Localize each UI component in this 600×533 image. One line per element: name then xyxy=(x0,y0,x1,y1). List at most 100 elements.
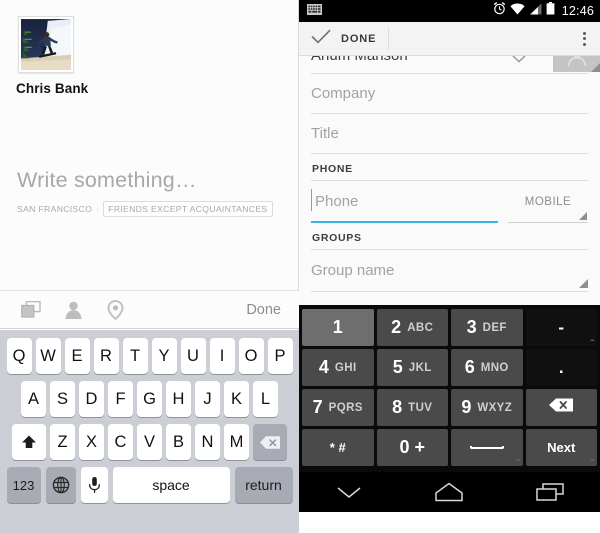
key-h[interactable]: H xyxy=(166,381,191,417)
key-u[interactable]: U xyxy=(180,338,206,374)
keypad-space-key[interactable]: ••• xyxy=(451,429,523,466)
keypad-key-0[interactable]: 0 + xyxy=(376,429,448,466)
avatar[interactable] xyxy=(18,16,74,73)
keypad-next-key[interactable]: Next ••• xyxy=(525,429,597,466)
key-m[interactable]: M xyxy=(224,424,249,460)
key-b[interactable]: B xyxy=(166,424,191,460)
key-a[interactable]: A xyxy=(21,381,46,417)
key-z[interactable]: Z xyxy=(50,424,75,460)
phone-placeholder: Phone xyxy=(315,192,359,210)
keypad-key-period[interactable]: . xyxy=(525,349,597,386)
keypad-key-star-hash-label: * # xyxy=(329,440,346,455)
person-photo-icon xyxy=(567,56,586,67)
space-key[interactable]: space xyxy=(112,467,230,503)
photos-icon[interactable] xyxy=(20,299,42,321)
phone-type-value: MOBILE xyxy=(524,195,572,208)
keypad-key-2-number: 2 xyxy=(391,317,402,337)
location-pin-icon[interactable] xyxy=(104,299,126,321)
keypad-key-6[interactable]: 6 MNO xyxy=(451,349,523,386)
key-t[interactable]: T xyxy=(122,338,148,374)
hide-keyboard-chevron-icon[interactable] xyxy=(327,475,371,509)
globe-icon[interactable] xyxy=(45,467,76,503)
key-x[interactable]: X xyxy=(79,424,104,460)
company-placeholder: Company xyxy=(311,85,376,102)
keypad-key-7[interactable]: 7 PQRS xyxy=(302,389,374,426)
keypad-backspace-key[interactable] xyxy=(525,389,597,426)
key-i[interactable]: I xyxy=(209,338,235,374)
key-e[interactable]: E xyxy=(64,338,90,374)
location-label[interactable]: SAN FRANCISCO xyxy=(17,204,92,214)
keypad-key-9-number: 9 xyxy=(461,397,472,417)
shift-up-arrow-icon[interactable] xyxy=(12,424,46,460)
keypad-next-label: Next xyxy=(547,440,576,455)
group-spinner-triangle-icon xyxy=(579,279,588,288)
keypad-key-5[interactable]: 5 JKL xyxy=(376,349,448,386)
keypad-key-1[interactable]: 1 xyxy=(302,309,374,346)
phone-type-spinner[interactable]: MOBILE xyxy=(508,181,588,223)
microphone-icon[interactable] xyxy=(80,467,108,503)
key-r[interactable]: R xyxy=(93,338,119,374)
phone-section-header: PHONE xyxy=(311,154,588,181)
recent-apps-icon[interactable] xyxy=(528,475,572,509)
keypad-key-8[interactable]: 8 TUV xyxy=(376,389,448,426)
keypad-key-dash[interactable]: - ••• xyxy=(525,309,597,346)
compose-area[interactable]: Write something… SAN FRANCISCO · FRIENDS… xyxy=(17,167,286,217)
done-action[interactable]: DONE xyxy=(311,27,390,50)
keypad-key-4[interactable]: 4 GHI xyxy=(302,349,374,386)
key-hint-dots: ••• xyxy=(590,338,594,344)
keypad-key-star-hash[interactable]: * # xyxy=(302,429,374,466)
ios-panel: Chris Bank Write something… SAN FRANCISC… xyxy=(0,0,299,533)
key-l[interactable]: L xyxy=(253,381,278,417)
name-field[interactable]: Anum Manson xyxy=(311,56,600,74)
spacebar-icon xyxy=(469,446,504,449)
phone-row: Phone MOBILE xyxy=(311,181,588,223)
keyboard-indicator-icon xyxy=(307,2,322,20)
key-s[interactable]: S xyxy=(50,381,75,417)
key-d[interactable]: D xyxy=(79,381,104,417)
company-field[interactable]: Company xyxy=(311,74,588,114)
keypad-key-9-letters: WXYZ xyxy=(477,401,513,414)
key-f[interactable]: F xyxy=(108,381,133,417)
keypad-row-4: * # 0 + ••• Next ••• xyxy=(302,429,597,466)
status-time: 12:46 xyxy=(561,4,594,18)
key-w[interactable]: W xyxy=(35,338,61,374)
key-q[interactable]: Q xyxy=(6,338,32,374)
key-k[interactable]: K xyxy=(224,381,249,417)
overflow-menu-icon[interactable] xyxy=(579,28,590,50)
spinner-triangle-icon xyxy=(579,212,587,220)
text-caret xyxy=(311,189,312,211)
keypad-key-2[interactable]: 2 ABC xyxy=(376,309,448,346)
keyboard-row-3: Z X C V B N M xyxy=(0,424,299,460)
compose-placeholder[interactable]: Write something… xyxy=(17,167,286,193)
group-field[interactable]: Group name xyxy=(311,250,588,292)
person-tag-icon[interactable] xyxy=(62,299,84,321)
keypad-key-9[interactable]: 9 WXYZ xyxy=(451,389,523,426)
key-o[interactable]: O xyxy=(238,338,264,374)
keypad-key-3[interactable]: 3 DEF xyxy=(451,309,523,346)
home-icon[interactable] xyxy=(427,475,471,509)
audience-badge[interactable]: FRIENDS EXCEPT ACQUAINTANCES xyxy=(103,201,273,217)
key-y[interactable]: Y xyxy=(151,338,177,374)
numbers-key[interactable]: 123 xyxy=(6,467,41,503)
key-g[interactable]: G xyxy=(137,381,162,417)
key-j[interactable]: J xyxy=(195,381,220,417)
keypad-key-3-number: 3 xyxy=(466,317,477,337)
backspace-icon[interactable] xyxy=(253,424,287,460)
android-action-bar: DONE xyxy=(299,22,600,56)
key-v[interactable]: V xyxy=(137,424,162,460)
keyboard-row-4: 123 space return xyxy=(0,467,299,503)
key-n[interactable]: N xyxy=(195,424,220,460)
keypad-key-1-number: 1 xyxy=(332,317,343,337)
ios-done-button[interactable]: Done xyxy=(246,302,281,318)
key-p[interactable]: P xyxy=(267,338,293,374)
checkmark-icon xyxy=(311,29,331,49)
key-hint-dots: ••• xyxy=(590,458,594,464)
keypad-key-5-number: 5 xyxy=(392,357,403,377)
keypad-key-6-letters: MNO xyxy=(480,361,509,374)
side-by-side-comparison: Chris Bank Write something… SAN FRANCISC… xyxy=(0,0,600,533)
title-field[interactable]: Title xyxy=(311,114,588,154)
chevron-down-icon[interactable] xyxy=(512,56,526,66)
phone-input[interactable]: Phone xyxy=(311,181,498,223)
key-c[interactable]: C xyxy=(108,424,133,460)
return-key[interactable]: return xyxy=(234,467,293,503)
